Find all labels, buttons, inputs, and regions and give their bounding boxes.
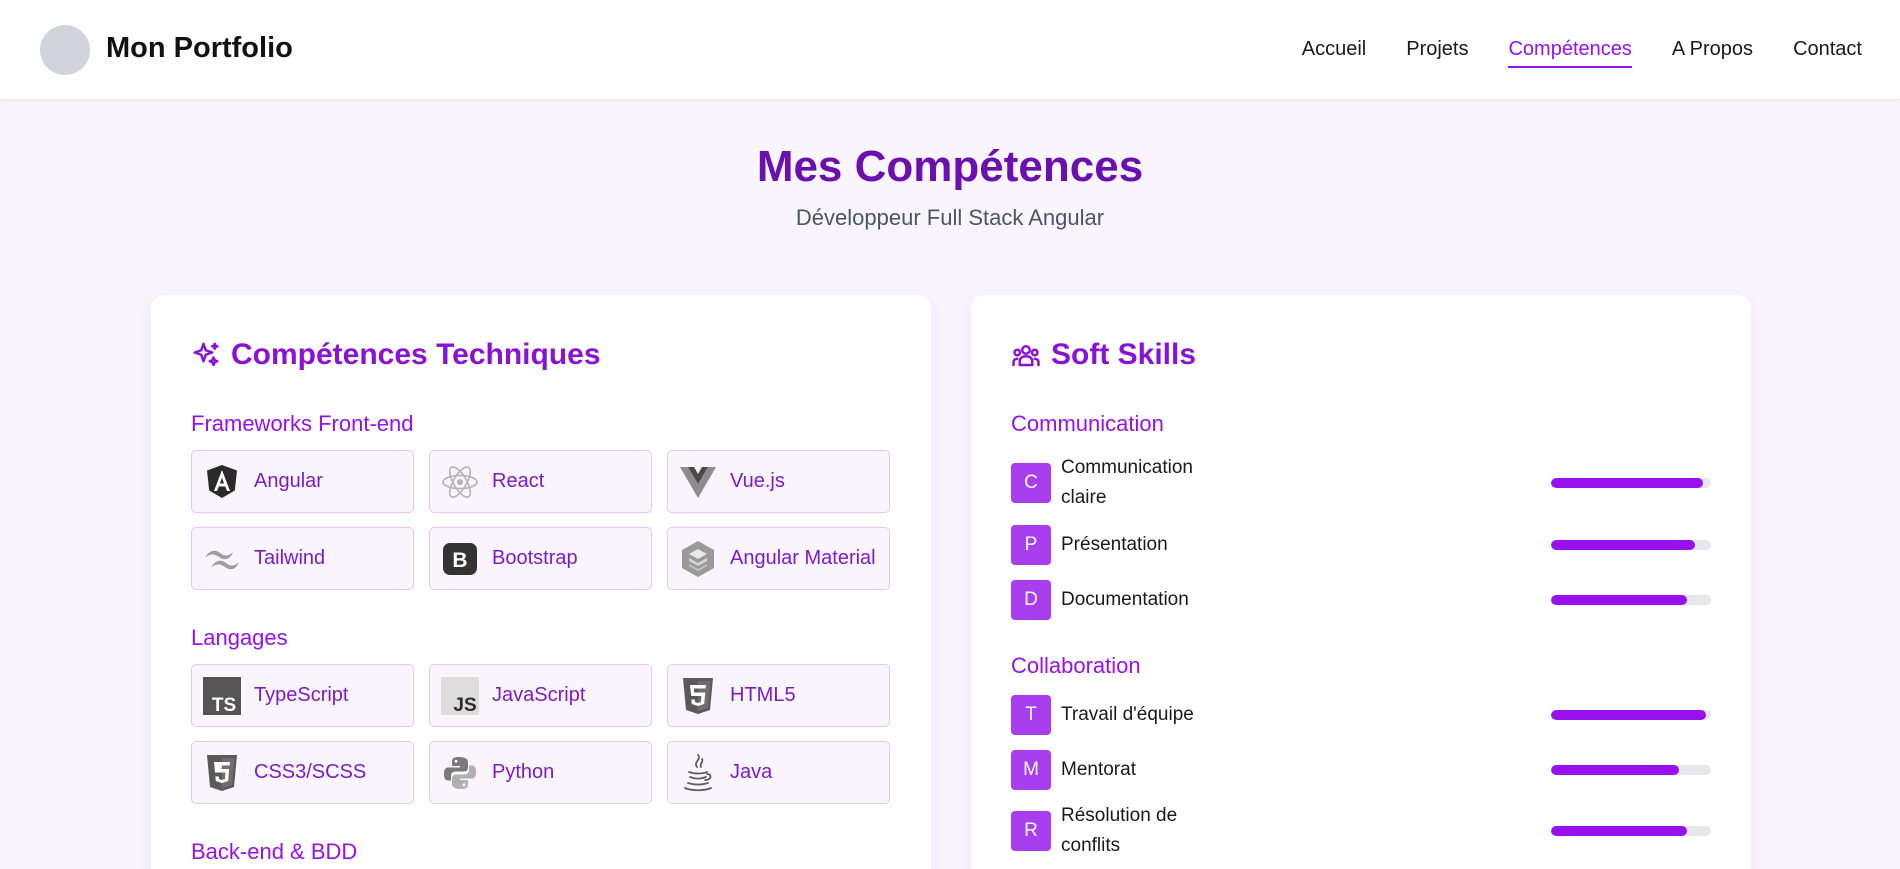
soft-skills-title: Soft Skills bbox=[1051, 338, 1197, 371]
skill-initial-badge: C bbox=[1011, 463, 1051, 503]
skill-chip-bootstrap[interactable]: B Bootstrap bbox=[429, 527, 652, 590]
skill-chip-label: JavaScript bbox=[492, 684, 586, 706]
skill-chip-python[interactable]: Python bbox=[429, 741, 652, 804]
skill-chip-vue[interactable]: Vue.js bbox=[667, 450, 890, 513]
skill-initial-badge: T bbox=[1011, 695, 1051, 735]
skill-initial-badge: M bbox=[1011, 750, 1051, 790]
skill-progress-fill bbox=[1551, 595, 1687, 605]
css3-icon bbox=[202, 753, 242, 793]
avatar[interactable] bbox=[40, 25, 90, 75]
skill-chip-tailwind[interactable]: Tailwind bbox=[191, 527, 414, 590]
typescript-icon: TS bbox=[202, 676, 242, 716]
skill-chip-label: Angular bbox=[254, 470, 323, 492]
page-title: Mes Compétences bbox=[756, 142, 1144, 191]
nav-link-projets[interactable]: Projets bbox=[1406, 38, 1468, 68]
tailwind-icon bbox=[202, 539, 242, 579]
html5-icon bbox=[678, 676, 718, 716]
section-label-frameworks: Frameworks Front-end bbox=[191, 411, 414, 436]
skill-progress-fill bbox=[1551, 826, 1687, 836]
technical-skills-heading: Compétences Techniques bbox=[191, 338, 601, 372]
nav-link-competences[interactable]: Compétences bbox=[1508, 38, 1632, 68]
frameworks-grid: Angular React Vue.js Tailwind B Bootstra… bbox=[191, 450, 891, 590]
skill-progress-bar bbox=[1551, 826, 1711, 836]
soft-skill-row: R Résolution de conflits bbox=[1011, 801, 1711, 861]
brand-title[interactable]: Mon Portfolio bbox=[106, 32, 293, 65]
soft-skill-row: D Documentation bbox=[1011, 580, 1711, 620]
skill-chip-html5[interactable]: HTML5 bbox=[667, 664, 890, 727]
section-label-collaboration: Collaboration bbox=[1011, 653, 1141, 678]
skill-progress-bar bbox=[1551, 765, 1711, 775]
skill-progress-bar bbox=[1551, 478, 1711, 488]
skill-initial-badge: R bbox=[1011, 811, 1051, 851]
python-icon bbox=[440, 753, 480, 793]
soft-skill-row: M Mentorat bbox=[1011, 750, 1711, 790]
skill-chip-label: HTML5 bbox=[730, 684, 796, 706]
skill-progress-fill bbox=[1551, 710, 1707, 720]
skill-initial-badge: P bbox=[1011, 525, 1051, 565]
skill-progress-bar bbox=[1551, 595, 1711, 605]
section-label-backend: Back-end & BDD bbox=[191, 839, 358, 864]
react-icon bbox=[440, 462, 480, 502]
skill-name: Présentation bbox=[1061, 534, 1168, 555]
java-icon bbox=[678, 753, 718, 793]
bootstrap-icon: B bbox=[440, 539, 480, 579]
sparkles-icon bbox=[193, 342, 219, 367]
skill-progress-fill bbox=[1551, 540, 1695, 550]
soft-skill-row: T Travail d'équipe bbox=[1011, 695, 1711, 735]
nav-link-contact[interactable]: Contact bbox=[1793, 38, 1862, 68]
skill-chip-label: TypeScript bbox=[254, 684, 349, 706]
skill-progress-fill bbox=[1551, 765, 1679, 775]
skill-chip-css3[interactable]: CSS3/SCSS bbox=[191, 741, 414, 804]
skill-chip-react[interactable]: React bbox=[429, 450, 652, 513]
skill-chip-java[interactable]: Java bbox=[667, 741, 890, 804]
soft-skills-heading: Soft Skills bbox=[1011, 338, 1196, 372]
skill-name: Résolution de conflits bbox=[1061, 805, 1178, 856]
skill-chip-label: Tailwind bbox=[254, 547, 326, 569]
vue-icon bbox=[678, 462, 718, 502]
section-label-communication: Communication bbox=[1011, 411, 1164, 436]
technical-skills-title: Compétences Techniques bbox=[231, 338, 601, 371]
skill-chip-label: Bootstrap bbox=[492, 547, 578, 569]
skill-chip-label: CSS3/SCSS bbox=[254, 761, 367, 783]
svg-text:TS: TS bbox=[212, 695, 236, 715]
nav-link-a-propos[interactable]: A Propos bbox=[1672, 38, 1753, 68]
technical-skills-card: Compétences Techniques Frameworks Front-… bbox=[151, 295, 931, 869]
svg-text:JS: JS bbox=[453, 695, 476, 715]
site-header: Mon Portfolio Accueil Projets Compétence… bbox=[0, 0, 1900, 100]
soft-skill-row: P Présentation bbox=[1011, 525, 1711, 565]
skill-chip-angular[interactable]: Angular bbox=[191, 450, 414, 513]
skill-initial-badge: D bbox=[1011, 580, 1051, 620]
skill-chip-javascript[interactable]: JS JavaScript bbox=[429, 664, 652, 727]
skill-chip-label: Angular Material bbox=[730, 547, 876, 569]
skill-chip-angular-material[interactable]: Angular Material bbox=[667, 527, 890, 590]
skill-name: Mentorat bbox=[1061, 759, 1136, 780]
languages-grid: TS TypeScript JS JavaScript HTML5 CSS3/S… bbox=[191, 664, 891, 804]
soft-skill-row: C Communication claire bbox=[1011, 453, 1711, 513]
skill-chip-label: Python bbox=[492, 761, 555, 783]
soft-skills-card: Soft Skills Communication C Communicatio… bbox=[971, 295, 1751, 869]
main-nav: Accueil Projets Compétences A Propos Con… bbox=[1302, 38, 1862, 68]
skill-chip-label: Vue.js bbox=[730, 470, 785, 492]
users-icon bbox=[1012, 345, 1040, 367]
page-subtitle: Développeur Full Stack Angular bbox=[795, 205, 1105, 230]
skill-chip-typescript[interactable]: TS TypeScript bbox=[191, 664, 414, 727]
skill-name: Travail d'équipe bbox=[1061, 704, 1194, 725]
angular-icon bbox=[202, 462, 242, 502]
skill-progress-bar bbox=[1551, 710, 1711, 720]
skill-chip-label: Java bbox=[730, 761, 773, 783]
nav-link-accueil[interactable]: Accueil bbox=[1302, 38, 1366, 68]
skill-progress-bar bbox=[1551, 540, 1711, 550]
svg-text:B: B bbox=[452, 549, 467, 572]
javascript-icon: JS bbox=[440, 676, 480, 716]
section-label-langages: Langages bbox=[191, 625, 288, 650]
skill-name: Communication claire bbox=[1061, 457, 1193, 508]
skill-chip-label: React bbox=[492, 470, 545, 492]
skill-name: Documentation bbox=[1061, 589, 1189, 610]
angular-material-icon bbox=[678, 539, 718, 579]
skill-progress-fill bbox=[1551, 478, 1703, 488]
